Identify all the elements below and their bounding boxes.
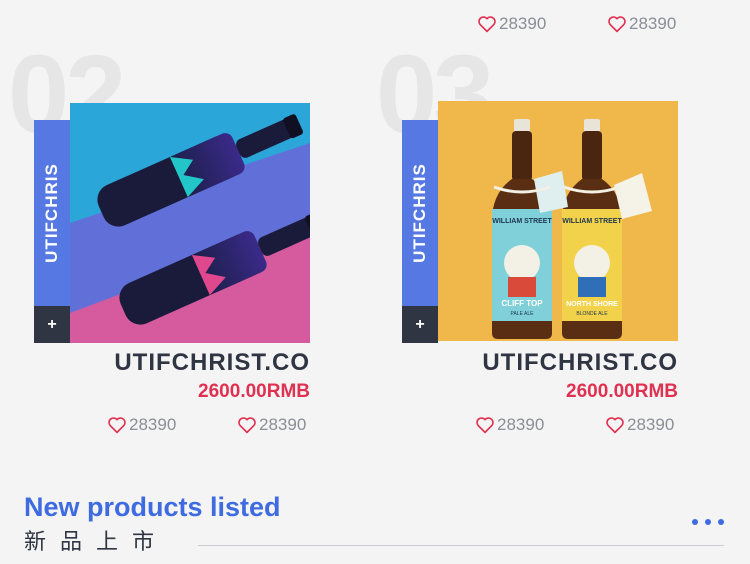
product-card-03[interactable]: 03 WILLIAM STREET CLIFF TOP PALE ALE WIL… xyxy=(368,0,698,460)
likes-2[interactable]: 28390 xyxy=(237,415,306,435)
more-dot-icon xyxy=(705,519,711,525)
side-tab-label: UTIFCHRIS xyxy=(42,163,62,263)
product-title[interactable]: UTIFCHRIST.CO xyxy=(114,349,310,377)
more-dot-icon xyxy=(692,519,698,525)
likes-count: 28390 xyxy=(627,415,675,434)
heart-outline-icon xyxy=(476,417,494,434)
product-image-wine[interactable] xyxy=(70,103,310,343)
likes-count: 28390 xyxy=(129,415,177,434)
brand-side-tab[interactable]: UTIFCHRIS xyxy=(34,120,70,306)
product-price: 2600.00RMB xyxy=(566,381,678,402)
wine-bottles-image xyxy=(70,103,310,343)
more-dot-icon xyxy=(718,519,724,525)
heart-outline-icon xyxy=(108,417,126,434)
heart-outline-icon xyxy=(606,417,624,434)
product-price: 2600.00RMB xyxy=(198,381,310,402)
beer-label-style: BLONDE ALE xyxy=(576,311,608,317)
add-button[interactable]: + xyxy=(34,306,70,343)
beer-label-name: CLIFF TOP xyxy=(501,299,543,308)
beer-bottles-image: WILLIAM STREET CLIFF TOP PALE ALE WILLIA… xyxy=(438,101,678,341)
side-tab-label: UTIFCHRIS xyxy=(410,163,430,263)
beer-label-name: NORTH SHORE xyxy=(566,301,618,308)
product-title[interactable]: UTIFCHRIST.CO xyxy=(482,349,678,377)
heart-outline-icon xyxy=(238,417,256,434)
likes-1[interactable]: 28390 xyxy=(107,415,176,435)
beer-label-style: PALE ALE xyxy=(511,311,535,317)
brand-side-tab[interactable]: UTIFCHRIS xyxy=(402,120,438,306)
beer-label-brand: WILLIAM STREET xyxy=(562,218,622,225)
likes-1[interactable]: 28390 xyxy=(475,415,544,435)
likes-2[interactable]: 28390 xyxy=(605,415,674,435)
section-divider xyxy=(198,545,724,546)
more-button[interactable] xyxy=(692,508,724,536)
add-button[interactable]: + xyxy=(402,306,438,343)
section-title-en: New products listed xyxy=(24,492,281,522)
product-card-02[interactable]: 02 UTIFCHRIS + UTIFCHRIST.CO 2600.00RMB … xyxy=(0,0,330,460)
likes-count: 28390 xyxy=(497,415,545,434)
likes-count: 28390 xyxy=(259,415,307,434)
section-title-zh: 新品上市 xyxy=(24,530,169,555)
beer-label-brand: WILLIAM STREET xyxy=(492,218,552,225)
product-image-beer[interactable]: WILLIAM STREET CLIFF TOP PALE ALE WILLIA… xyxy=(438,101,678,341)
